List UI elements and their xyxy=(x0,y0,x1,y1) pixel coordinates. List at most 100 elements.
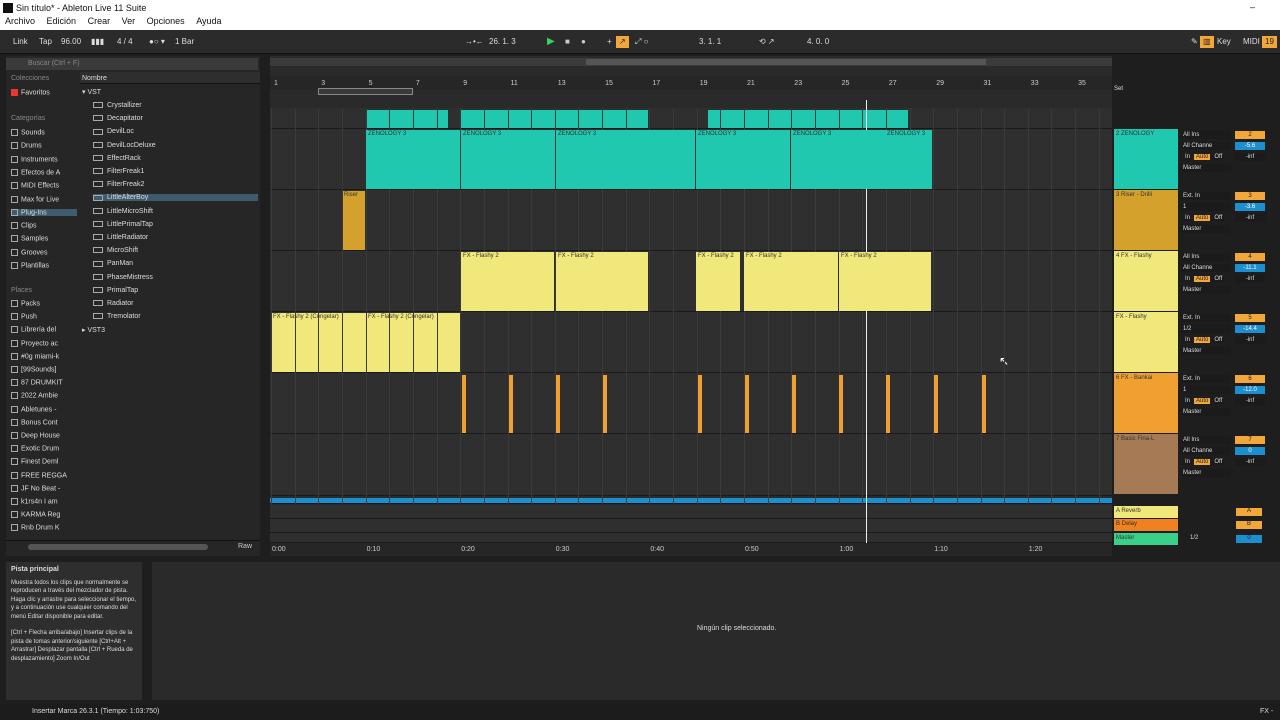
plugin-item[interactable]: LittleRadiator xyxy=(93,234,148,241)
follow-arrow-icon[interactable]: →•← xyxy=(462,36,487,48)
category-7[interactable]: Clips xyxy=(11,222,77,229)
pan-field[interactable]: -inf xyxy=(1235,214,1265,222)
monitor-auto[interactable]: Auto xyxy=(1194,337,1211,343)
overview-window[interactable] xyxy=(586,59,986,65)
volume-field[interactable]: -5.6 xyxy=(1235,142,1265,150)
plugin-item[interactable]: Tremolator xyxy=(93,313,141,320)
monitor-off[interactable]: Off xyxy=(1212,459,1225,465)
plugin-item[interactable]: PhaseMistress xyxy=(93,274,153,281)
clip-bankai[interactable] xyxy=(462,375,466,433)
key-map-button[interactable]: Key xyxy=(1214,36,1234,48)
place-14[interactable]: JF No Beat - xyxy=(11,484,77,492)
track-lane-flashy[interactable] xyxy=(270,251,1112,312)
clip-riser[interactable]: Riser xyxy=(342,191,365,250)
place-4[interactable]: #0g miami-k xyxy=(11,352,77,360)
time-signature[interactable]: 4 / 4 xyxy=(114,36,136,48)
plugin-item[interactable]: PanMan xyxy=(93,260,133,267)
place-6[interactable]: 87 DRUMKIT xyxy=(11,379,77,387)
menu-ver[interactable]: Ver xyxy=(122,16,136,26)
follow-icon[interactable]: ●○ ▾ xyxy=(146,36,168,48)
category-4[interactable]: MIDI Effects xyxy=(11,182,77,190)
browser-column-name[interactable]: Nombre xyxy=(82,75,107,82)
return-header-0[interactable]: A Reverb xyxy=(1114,506,1178,518)
monitor-off[interactable]: Off xyxy=(1212,337,1225,343)
pan-field[interactable]: -inf xyxy=(1235,458,1265,466)
keyboard-icon[interactable]: ▥ xyxy=(1200,36,1214,48)
track-lane-riser[interactable] xyxy=(270,190,1112,251)
menu-archivo[interactable]: Archivo xyxy=(5,16,35,26)
plugin-item[interactable]: DevilLocDeluxe xyxy=(93,142,156,149)
return-lane-delay[interactable] xyxy=(270,519,1112,533)
track-number[interactable]: 5 xyxy=(1235,314,1265,322)
input-type-menu[interactable]: Ext. In xyxy=(1181,375,1231,383)
place-9[interactable]: Bonus Cont xyxy=(11,418,77,426)
plugin-item[interactable]: LittleMicroShift xyxy=(93,208,153,215)
place-2[interactable]: Librería del xyxy=(11,326,77,334)
input-channel-menu[interactable]: All Channe xyxy=(1181,447,1231,455)
clip-bankai[interactable] xyxy=(934,375,938,433)
place-17[interactable]: Rnb Drum K xyxy=(11,524,77,532)
detail-view[interactable]: Ningún clip seleccionado. xyxy=(152,562,1280,700)
output-menu[interactable]: Master xyxy=(1181,225,1231,233)
clip-zenology[interactable]: ZENOLOGY 3 xyxy=(696,130,790,189)
clip-bankai[interactable] xyxy=(509,375,513,433)
track-number[interactable]: 3 xyxy=(1235,192,1265,200)
pan-field[interactable]: -inf xyxy=(1235,336,1265,344)
output-menu[interactable]: Master xyxy=(1181,469,1231,477)
plugin-item[interactable]: Crystallizer xyxy=(93,102,142,109)
plugin-item[interactable]: LittleAlterBoy xyxy=(93,194,258,202)
loop-brace[interactable] xyxy=(318,88,413,95)
collection-favorites[interactable]: Favoritos xyxy=(11,89,77,96)
monitor-auto[interactable]: Auto xyxy=(1194,154,1211,160)
input-channel-menu[interactable]: All Channe xyxy=(1181,142,1231,150)
input-channel-menu[interactable]: All Channe xyxy=(1181,264,1231,272)
stop-icon[interactable]: ■ xyxy=(562,36,573,48)
plugin-item[interactable]: MicroShift xyxy=(93,247,138,254)
monitor-off[interactable]: Off xyxy=(1212,276,1225,282)
monitor-auto[interactable]: Auto xyxy=(1194,459,1211,465)
play-icon[interactable]: ▶ xyxy=(544,36,558,48)
draw-mode-icon[interactable]: ✎ xyxy=(1188,36,1201,48)
place-10[interactable]: Deep House xyxy=(11,432,77,439)
track-number[interactable]: 7 xyxy=(1235,436,1265,444)
monitor-in[interactable]: In xyxy=(1183,398,1193,404)
menu-opciones[interactable]: Opciones xyxy=(147,16,185,26)
return-lane-reverb[interactable] xyxy=(270,505,1112,519)
clip-zenology[interactable]: ZENOLOGY 3 xyxy=(461,130,555,189)
volume-field[interactable]: 0 xyxy=(1235,447,1265,455)
vst3-folder[interactable]: ▸ VST3 xyxy=(82,326,105,334)
place-12[interactable]: Finest Deml xyxy=(11,458,77,466)
menu-edicion[interactable]: Edición xyxy=(47,16,77,26)
input-type-menu[interactable]: All Ins xyxy=(1181,131,1231,139)
output-menu[interactable]: Master xyxy=(1181,408,1231,416)
monitor-off[interactable]: Off xyxy=(1212,154,1225,160)
input-channel-menu[interactable]: 1/2 xyxy=(1181,325,1231,333)
input-type-menu[interactable]: Ext. In xyxy=(1181,314,1231,322)
clip-zenology[interactable]: ZENOLOGY 3 xyxy=(556,130,695,189)
loop-length-field[interactable]: 4. 0. 0 xyxy=(804,36,832,48)
track-number[interactable]: 4 xyxy=(1235,253,1265,261)
input-channel-menu[interactable]: 1 xyxy=(1181,203,1231,211)
clip-flashy[interactable]: FX - Flashy 2 xyxy=(461,252,554,311)
place-16[interactable]: KARMA Reg xyxy=(11,511,77,519)
track-header-5[interactable]: FX - Flashy xyxy=(1114,312,1178,372)
quantize-menu[interactable]: 1 Bar xyxy=(172,36,197,48)
return-number[interactable]: 0 xyxy=(1236,535,1262,543)
category-3[interactable]: Efectos de A xyxy=(11,168,77,176)
preview-bar[interactable]: Raw xyxy=(6,540,260,552)
output-menu[interactable]: Master xyxy=(1181,286,1231,294)
minimize-icon[interactable]: – xyxy=(1250,2,1255,12)
clip-bankai[interactable] xyxy=(698,375,702,433)
input-channel-menu[interactable]: 1 xyxy=(1181,386,1231,394)
place-1[interactable]: Push xyxy=(11,313,77,321)
clip-teal-top[interactable] xyxy=(708,110,908,128)
track-header-4[interactable]: 4 FX - Flashy xyxy=(1114,251,1178,311)
monitor-off[interactable]: Off xyxy=(1212,215,1225,221)
monitor-in[interactable]: In xyxy=(1183,154,1193,160)
tap-button[interactable]: Tap xyxy=(36,36,55,48)
clip-bankai[interactable] xyxy=(603,375,607,433)
volume-field[interactable]: -3.6 xyxy=(1235,203,1265,211)
input-type-menu[interactable]: All Ins xyxy=(1181,436,1231,444)
plugin-item[interactable]: DevilLoc xyxy=(93,128,134,135)
place-5[interactable]: [99Sounds] xyxy=(11,366,77,373)
